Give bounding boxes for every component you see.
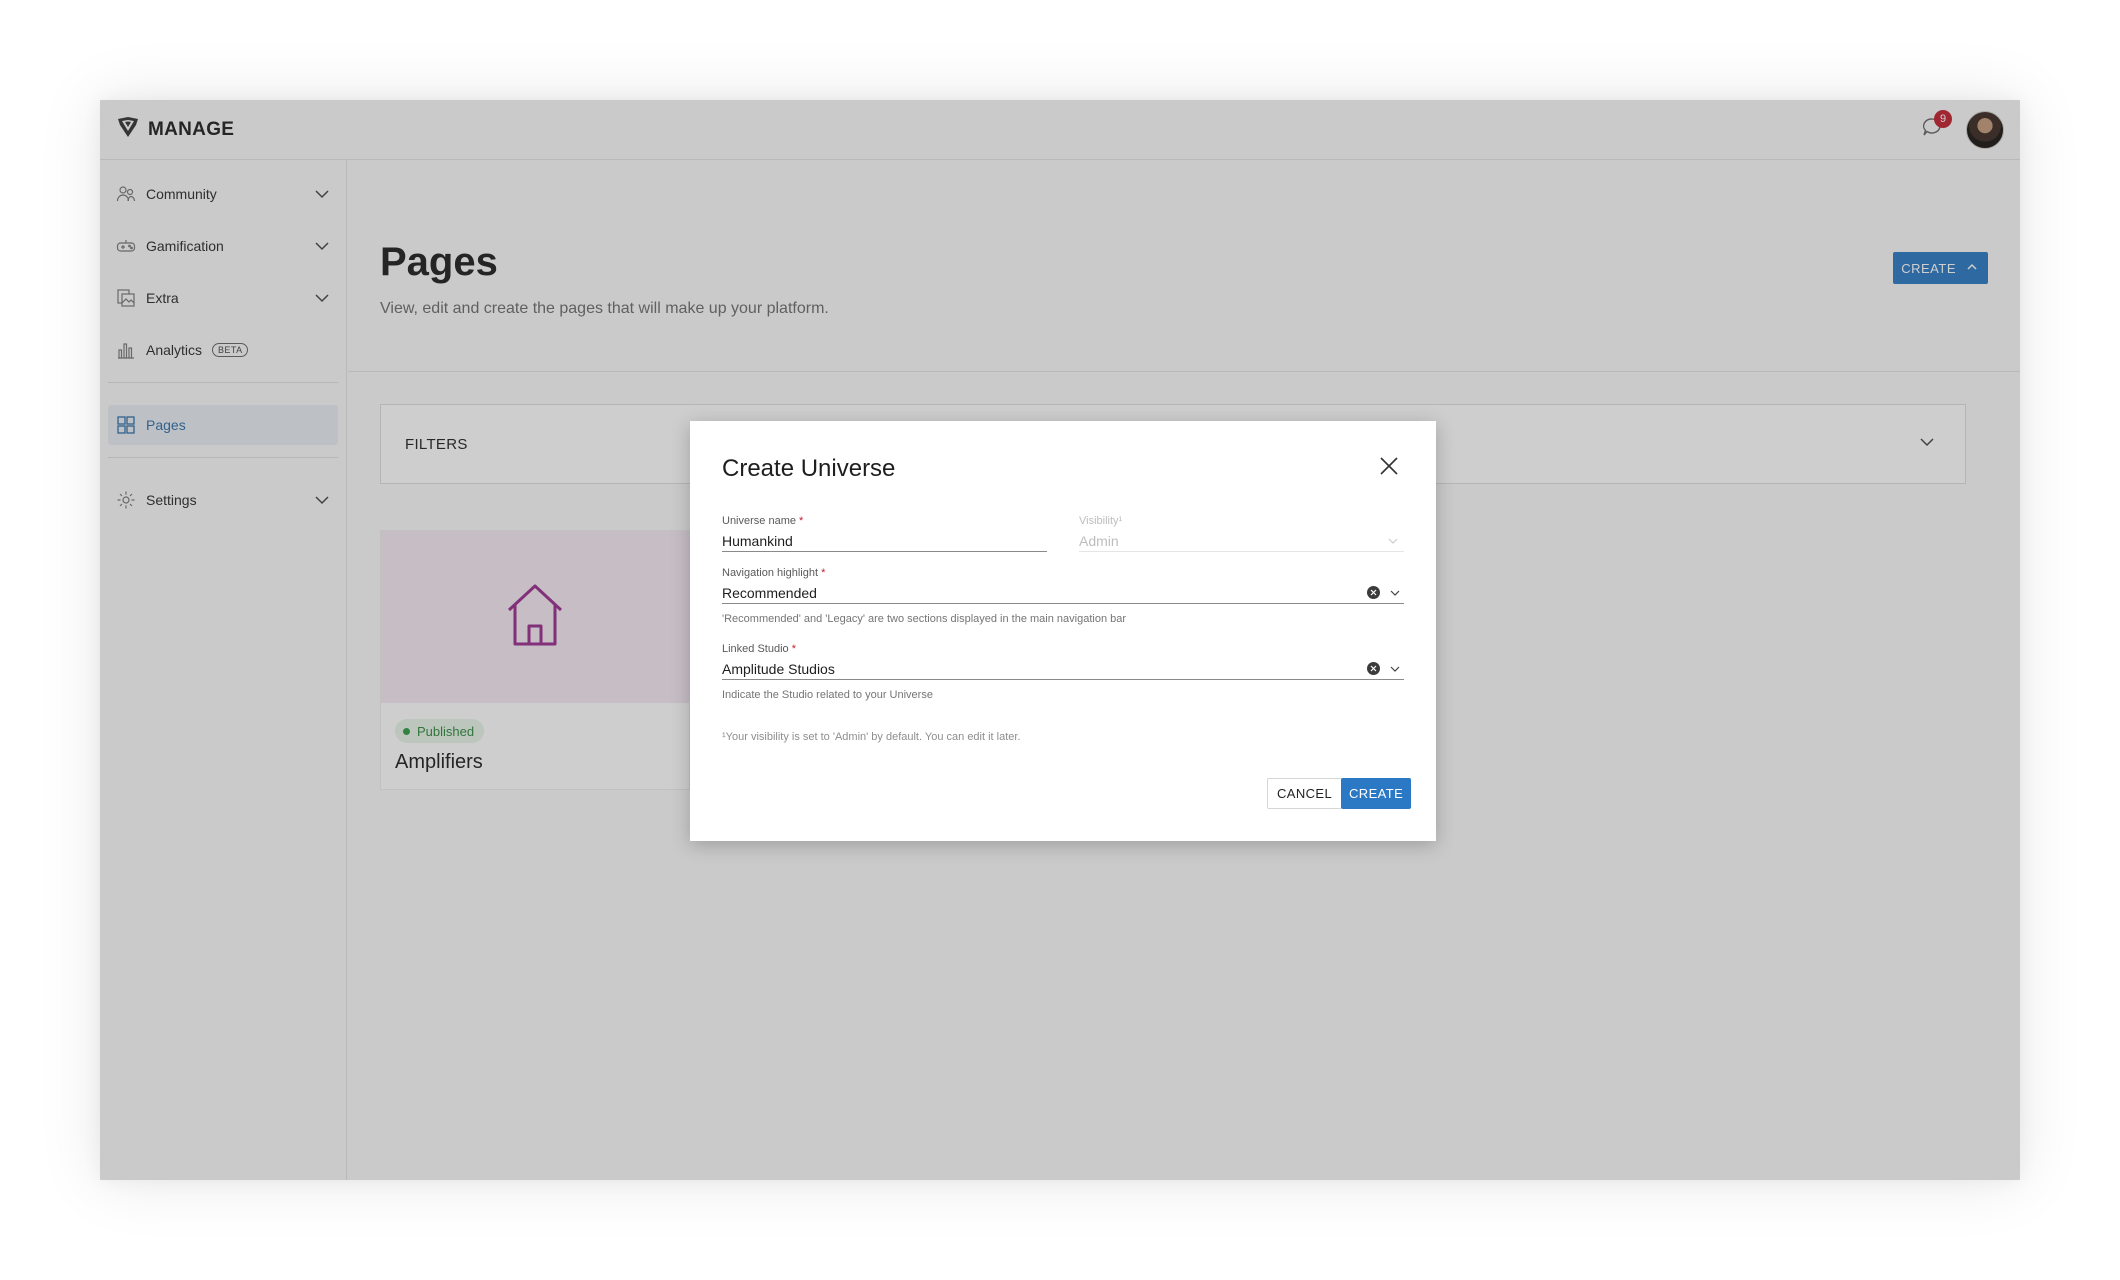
required-asterisk: * <box>791 643 797 655</box>
linked-studio-select[interactable]: Amplitude Studios <box>722 658 1404 680</box>
select-value: Recommended <box>722 584 817 601</box>
visibility-footnote: ¹Your visibility is set to 'Admin' by de… <box>722 731 1021 743</box>
clear-icon[interactable] <box>1367 662 1380 675</box>
select-value: Amplitude Studios <box>722 660 835 677</box>
chevron-down-icon[interactable] <box>1390 585 1400 601</box>
linked-studio-field[interactable]: Linked Studio * Amplitude Studios <box>722 643 1404 680</box>
close-button[interactable] <box>1376 455 1402 481</box>
close-icon <box>1379 456 1399 481</box>
universe-name-input[interactable]: Humankind <box>722 530 1047 552</box>
navigation-highlight-select[interactable]: Recommended <box>722 582 1404 604</box>
field-label: Universe name <box>722 515 796 527</box>
required-asterisk: * <box>821 567 826 579</box>
visibility-select: Admin <box>1079 530 1404 552</box>
cancel-button[interactable]: CANCEL <box>1267 778 1343 809</box>
visibility-field: Visibility¹ Admin <box>1079 515 1404 552</box>
required-asterisk: * <box>799 515 804 527</box>
field-label: Linked Studio <box>722 643 789 655</box>
universe-name-field[interactable]: Universe name * Humankind <box>722 515 1047 552</box>
linked-studio-help: Indicate the Studio related to your Univ… <box>722 689 933 701</box>
navigation-highlight-help: 'Recommended' and 'Legacy' are two secti… <box>722 613 1127 625</box>
clear-icon[interactable] <box>1367 586 1380 599</box>
dialog-title: Create Universe <box>722 455 896 482</box>
create-universe-dialog: Create Universe Universe name * Humankin… <box>690 421 1436 841</box>
field-label: Visibility¹ <box>1079 515 1123 527</box>
select-value: Admin <box>1079 532 1119 549</box>
field-label: Navigation highlight <box>722 567 819 579</box>
navigation-highlight-field[interactable]: Navigation highlight * Recommended <box>722 567 1404 604</box>
input-value: Humankind <box>722 532 793 549</box>
chevron-down-icon <box>1388 533 1404 549</box>
create-button[interactable]: CREATE <box>1341 778 1412 809</box>
chevron-down-icon[interactable] <box>1390 661 1400 677</box>
app-window: MANAGE 9 Community Gamification Extra An… <box>100 100 2020 1180</box>
